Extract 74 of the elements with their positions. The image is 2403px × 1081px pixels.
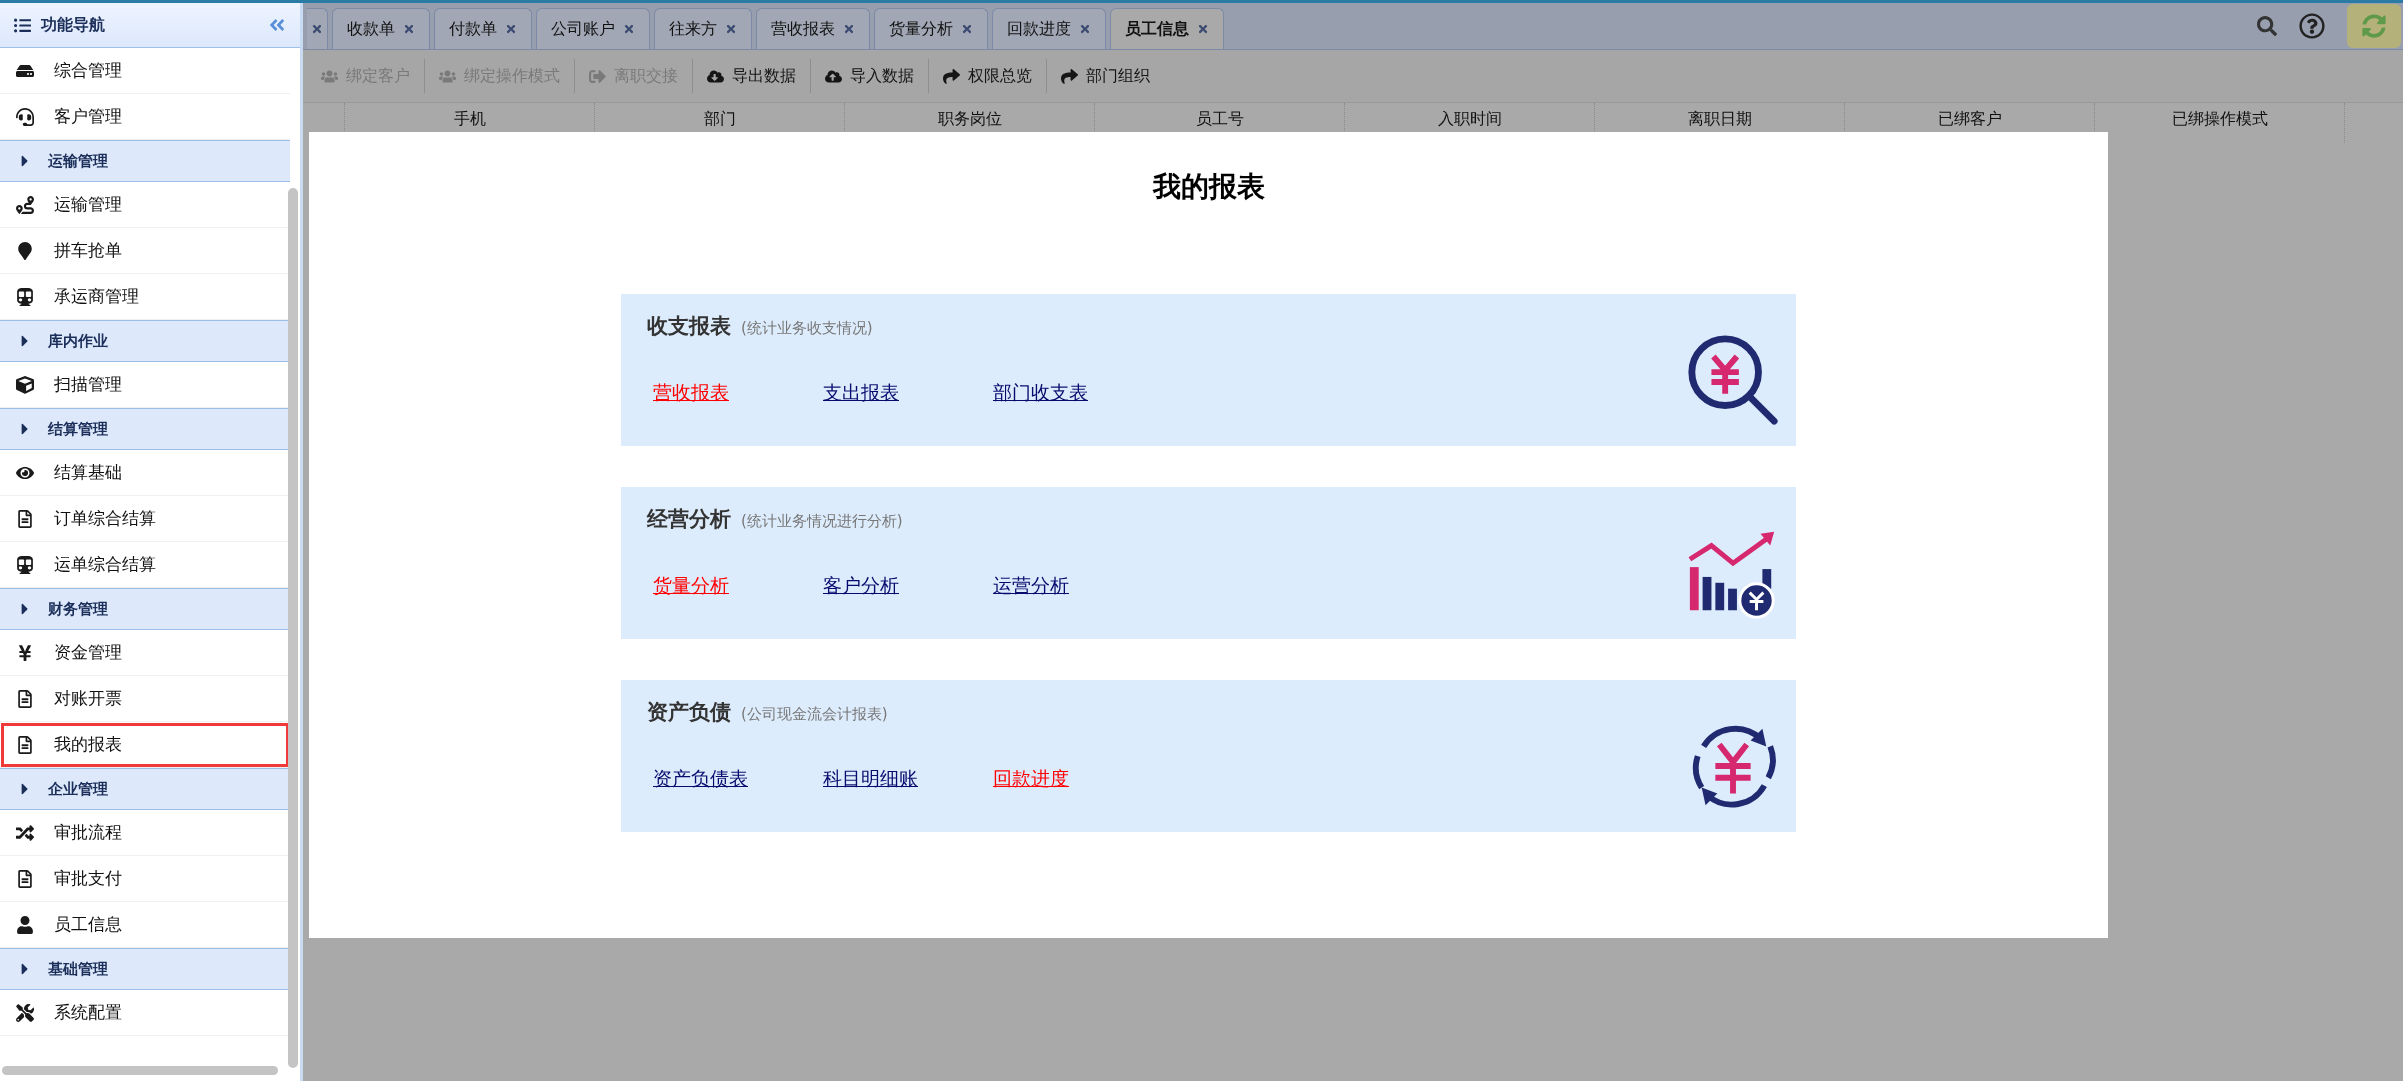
- toolbar-button[interactable]: 部门组织: [1046, 59, 1164, 93]
- shuffle-icon: [16, 823, 34, 842]
- card-note: (公司现金流会计报表): [741, 705, 888, 724]
- report-link[interactable]: 科目明细账: [823, 766, 918, 792]
- toolbar-button[interactable]: 权限总览: [928, 59, 1046, 93]
- document-icon: [16, 869, 34, 888]
- card-note: (统计业务收支情况): [741, 319, 873, 338]
- close-icon[interactable]: [311, 23, 323, 35]
- card-title: 经营分析: [647, 506, 731, 533]
- train-icon: [16, 555, 34, 574]
- report-link[interactable]: 客户分析: [823, 573, 899, 599]
- close-icon[interactable]: [843, 23, 855, 35]
- menu-group-header[interactable]: 库内作业: [0, 320, 290, 362]
- tab[interactable]: 员工信息: [1110, 8, 1224, 49]
- refresh-icon: [2362, 14, 2386, 38]
- document-icon: [16, 689, 34, 708]
- cube-icon: [16, 375, 34, 394]
- scrollbar[interactable]: [2, 1066, 278, 1075]
- exit-icon: [589, 67, 606, 85]
- scrollbar[interactable]: [288, 188, 298, 1068]
- close-icon[interactable]: [725, 23, 737, 35]
- tools-icon: [16, 1003, 34, 1022]
- card-title: 资产负债: [647, 699, 731, 726]
- tab[interactable]: 往来方: [654, 8, 752, 49]
- user-icon: [16, 915, 34, 934]
- menu-group-header[interactable]: 企业管理: [0, 768, 290, 810]
- share-arrow-icon: [1061, 67, 1078, 85]
- close-icon[interactable]: [961, 23, 973, 35]
- tab[interactable]: 收款单: [332, 8, 430, 49]
- document-icon: [16, 509, 34, 528]
- collapse-icon[interactable]: [268, 16, 286, 34]
- menu-group-header[interactable]: 财务管理: [0, 588, 290, 630]
- search-icon[interactable]: [2257, 16, 2277, 36]
- tab[interactable]: 公司账户: [536, 8, 650, 49]
- group-label: 结算管理: [48, 419, 108, 439]
- help-icon[interactable]: [2299, 13, 2325, 39]
- tab[interactable]: 货量分析: [874, 8, 988, 49]
- menu-group-header[interactable]: 基础管理: [0, 948, 290, 990]
- tab[interactable]: [307, 8, 328, 49]
- dialog-title: 我的报表: [1151, 169, 1266, 205]
- card-title: 收支报表: [647, 313, 731, 340]
- card-note: (统计业务情况进行分析): [741, 512, 903, 531]
- report-link[interactable]: 资产负债表: [653, 766, 748, 792]
- menu-item[interactable]: 综合管理: [0, 48, 290, 94]
- menu-group-header[interactable]: 运输管理: [0, 140, 290, 182]
- tab[interactable]: 付款单: [434, 8, 532, 49]
- group-label: 企业管理: [48, 779, 108, 799]
- menu-item[interactable]: 我的报表: [0, 722, 290, 768]
- list-icon: [14, 16, 31, 34]
- toolbar-button[interactable]: 导入数据: [810, 59, 928, 93]
- group-label: 基础管理: [48, 959, 108, 979]
- map-pin-icon: [16, 241, 34, 260]
- tab[interactable]: 营收报表: [756, 8, 870, 49]
- document-icon: [16, 735, 34, 754]
- close-icon[interactable]: [623, 23, 635, 35]
- report-link[interactable]: 运营分析: [993, 573, 1069, 599]
- share-arrow-icon: [943, 67, 960, 85]
- close-icon[interactable]: [1197, 23, 1209, 35]
- report-link[interactable]: 部门收支表: [993, 380, 1088, 406]
- group-label: 财务管理: [48, 599, 108, 619]
- headset-icon: [16, 107, 34, 126]
- yen-icon: [16, 643, 34, 662]
- close-icon[interactable]: [505, 23, 517, 35]
- close-icon[interactable]: [403, 23, 415, 35]
- route-icon: [16, 195, 34, 214]
- sidebar-title: 功能导航: [41, 14, 106, 36]
- group-label: 库内作业: [48, 331, 108, 351]
- report-link[interactable]: 支出报表: [823, 380, 899, 406]
- menu-group-header[interactable]: 结算管理: [0, 408, 290, 450]
- train-icon: [16, 287, 34, 306]
- close-icon[interactable]: [1079, 23, 1091, 35]
- group-label: 运输管理: [48, 151, 108, 171]
- toolbar-button[interactable]: 导出数据: [692, 59, 810, 93]
- tab[interactable]: 回款进度: [992, 8, 1106, 49]
